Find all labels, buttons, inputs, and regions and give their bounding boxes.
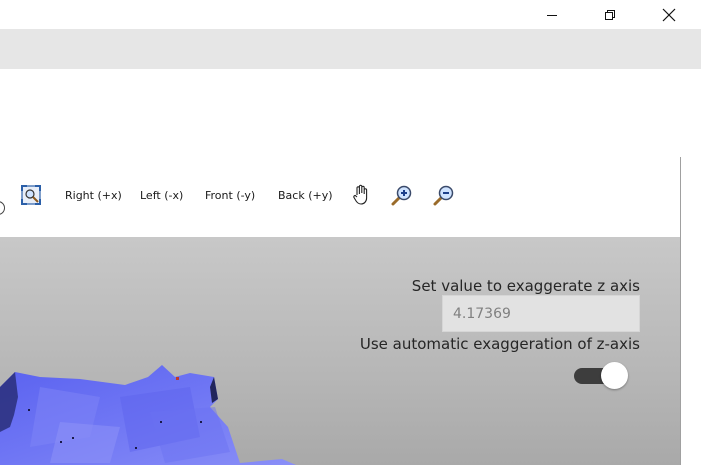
auto-exaggeration-label: Use automatic exaggeration of z-axis: [359, 335, 640, 353]
content-area: [0, 69, 701, 157]
restore-button[interactable]: [587, 0, 633, 29]
zoom-in-button[interactable]: [390, 181, 414, 209]
view-front-button[interactable]: Front (-y): [203, 181, 257, 209]
view-front-label: Front (-y): [205, 188, 256, 202]
3d-viewer: Right (+x) Left (-x) Front (-y) Back (+y…: [0, 157, 680, 465]
view-back-label: Back (+y): [278, 188, 333, 202]
view-right-label: Right (+x): [65, 188, 122, 202]
restore-icon: [605, 9, 615, 20]
zoom-out-icon: [433, 185, 454, 206]
minimize-icon: [547, 14, 557, 16]
view-left-button[interactable]: Left (-x): [138, 181, 185, 209]
title-bar: [0, 0, 701, 29]
zoom-extents-icon: [21, 185, 41, 205]
exaggeration-input[interactable]: 4.17369: [442, 295, 640, 332]
view-back-button[interactable]: Back (+y): [276, 181, 335, 209]
zoom-out-button[interactable]: [432, 181, 456, 209]
menu-bar: [0, 29, 701, 69]
close-button[interactable]: [646, 0, 692, 29]
viewer-border: [680, 157, 681, 465]
view-right-button[interactable]: Right (+x): [63, 181, 124, 209]
exaggerate-label: Set value to exaggerate z axis: [411, 277, 640, 295]
auto-exaggeration-toggle[interactable]: [574, 361, 630, 389]
3d-scene[interactable]: Set value to exaggerate z axis 4.17369 U…: [0, 237, 680, 465]
minimize-button[interactable]: [529, 0, 575, 29]
zoom-extents-button[interactable]: [19, 181, 43, 209]
rotate-icon[interactable]: [0, 201, 5, 215]
pan-button[interactable]: [349, 181, 373, 209]
view-left-label: Left (-x): [140, 188, 184, 202]
zoom-in-icon: [391, 185, 412, 206]
viewer-toolbar: Right (+x) Left (-x) Front (-y) Back (+y…: [0, 157, 680, 237]
hand-pan-icon: [353, 184, 368, 205]
toggle-knob: [601, 362, 628, 389]
close-icon: [662, 8, 676, 21]
